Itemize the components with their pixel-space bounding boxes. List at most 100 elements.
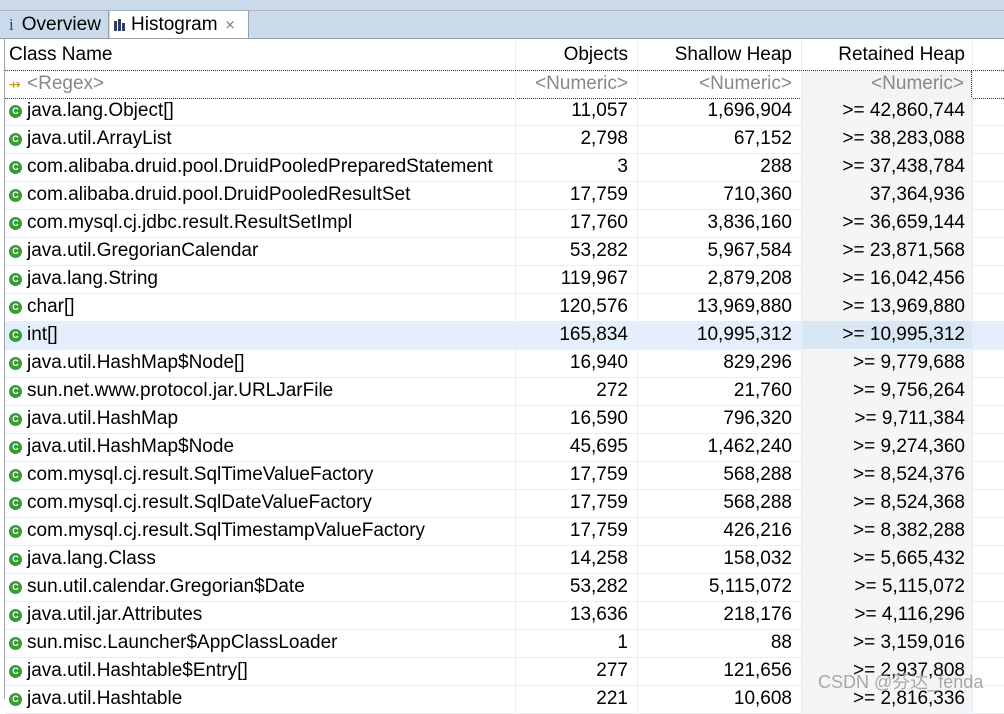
class-name-filter-input[interactable]: ⇸ <Regex> xyxy=(5,71,515,97)
objects-cell: 165,834 xyxy=(515,321,637,349)
objects-cell: 17,759 xyxy=(515,489,637,517)
table-row[interactable]: Cjava.util.jar.Attributes 13,636 218,176 >=… xyxy=(5,601,1004,630)
row-filler xyxy=(972,405,1004,433)
class-name: java.util.ArrayList xyxy=(27,128,172,149)
retained-heap-cell: >= 5,115,072 xyxy=(801,573,972,601)
class-name: com.mysql.cj.jdbc.result.ResultSetImpl xyxy=(27,212,353,233)
class-name: sun.util.calendar.Gregorian$Date xyxy=(27,576,305,597)
table-row[interactable]: Ccom.mysql.cj.jdbc.result.ResultSetImpl 1… xyxy=(5,209,1004,238)
tab-histogram[interactable]: Histogram ⨯ xyxy=(110,11,249,39)
table-row[interactable]: Ccom.mysql.cj.result.SqlDateValueFactory… xyxy=(5,489,1004,518)
tab-histogram-label: Histogram xyxy=(131,14,218,35)
table-row[interactable]: Cjava.lang.Object[] 11,057 1,696,904 >= 42,… xyxy=(5,97,1004,126)
class-name-cell: Ccom.mysql.cj.result.SqlTimeValueFactory xyxy=(5,461,515,489)
table-row[interactable]: Cjava.lang.Class 14,258 158,032 >= 5,665,43… xyxy=(5,545,1004,574)
class-icon: C xyxy=(9,468,22,482)
table-row[interactable]: Ccom.mysql.cj.result.SqlTimestampValueFa… xyxy=(5,517,1004,546)
table-row[interactable]: Cchar[] 120,576 13,969,880 >= 13,969,880 xyxy=(5,293,1004,322)
retained-heap-cell: 37,364,936 xyxy=(801,181,972,209)
tab-overview[interactable]: i Overview xyxy=(0,11,109,39)
class-name: java.lang.String xyxy=(27,268,158,289)
table-row[interactable]: Cjava.util.GregorianCalendar 53,282 5,967,… xyxy=(5,237,1004,266)
class-name-cell: Cjava.util.GregorianCalendar xyxy=(5,237,515,265)
shallow-heap-cell: 426,216 xyxy=(637,517,801,545)
info-icon: i xyxy=(9,15,14,34)
row-filler xyxy=(972,601,1004,629)
shallow-heap-cell: 568,288 xyxy=(637,489,801,517)
column-header-class-name[interactable]: Class Name xyxy=(5,40,515,70)
objects-cell: 221 xyxy=(515,685,637,713)
filter-filler xyxy=(972,71,1004,97)
class-name: char[] xyxy=(27,296,75,317)
watermark: CSDN @芬达_fenda xyxy=(818,672,984,692)
close-tab-icon[interactable]: ⨯ xyxy=(225,17,236,33)
retained-heap-cell: >= 8,382,288 xyxy=(801,517,972,545)
retained-heap-cell: >= 9,711,384 xyxy=(801,405,972,433)
shallow-heap-filter-input[interactable]: <Numeric> xyxy=(637,71,801,97)
class-name-cell: Cjava.util.HashMap$Node[] xyxy=(5,349,515,377)
table-row[interactable]: Cjava.util.HashMap$Node[] 16,940 829,296 >=… xyxy=(5,349,1004,378)
objects-cell: 14,258 xyxy=(515,545,637,573)
row-filler xyxy=(972,209,1004,237)
shallow-heap-cell: 10,608 xyxy=(637,685,801,713)
class-icon: C xyxy=(9,580,22,594)
shallow-heap-cell: 13,969,880 xyxy=(637,293,801,321)
table-row[interactable]: Cjava.lang.String 119,967 2,879,208 >= 16,0… xyxy=(5,265,1004,294)
class-icon: C xyxy=(9,300,22,314)
objects-cell: 17,760 xyxy=(515,209,637,237)
column-header-shallow-heap[interactable]: Shallow Heap xyxy=(637,40,801,70)
shallow-heap-cell: 5,115,072 xyxy=(637,573,801,601)
objects-cell: 16,940 xyxy=(515,349,637,377)
table-row[interactable]: Csun.net.www.protocol.jar.URLJarFile 272 2… xyxy=(5,377,1004,406)
table-row[interactable]: Ccom.mysql.cj.result.SqlTimeValueFactory… xyxy=(5,461,1004,490)
class-icon: C xyxy=(9,244,22,258)
class-name: sun.misc.Launcher$AppClassLoader xyxy=(27,632,338,653)
row-filler xyxy=(972,377,1004,405)
objects-filter-input[interactable]: <Numeric> xyxy=(515,71,637,97)
class-icon: C xyxy=(9,356,22,370)
row-filler xyxy=(972,321,1004,349)
shallow-heap-cell: 288 xyxy=(637,153,801,181)
shallow-heap-cell: 796,320 xyxy=(637,405,801,433)
objects-cell: 277 xyxy=(515,657,637,685)
class-name-cell: Cjava.lang.Object[] xyxy=(5,97,515,125)
column-header-retained-heap-label: Retained Heap xyxy=(838,44,965,65)
class-name-cell: Ccom.alibaba.druid.pool.DruidPooledResul… xyxy=(5,181,515,209)
table-row[interactable]: Cjava.util.ArrayList 2,798 67,152 >= 38,283… xyxy=(5,125,1004,154)
class-name-cell: Cjava.util.Hashtable$Entry[] xyxy=(5,657,515,685)
shallow-heap-cell: 88 xyxy=(637,629,801,657)
class-name-cell: Ccom.mysql.cj.result.SqlDateValueFactory xyxy=(5,489,515,517)
column-header-retained-heap[interactable]: ⌄ Retained Heap xyxy=(801,40,972,70)
retained-heap-cell: >= 36,659,144 xyxy=(801,209,972,237)
retained-heap-cell: >= 4,116,296 xyxy=(801,601,972,629)
row-filler xyxy=(972,125,1004,153)
row-filler xyxy=(972,265,1004,293)
table-row[interactable]: Csun.util.calendar.Gregorian$Date 53,282 5… xyxy=(5,573,1004,602)
class-name: java.lang.Object[] xyxy=(27,100,174,121)
table-row[interactable]: Ccom.alibaba.druid.pool.DruidPooledResul… xyxy=(5,181,1004,210)
table-row[interactable]: Cjava.util.HashMap$Node 45,695 1,462,240 >=… xyxy=(5,433,1004,462)
objects-cell: 272 xyxy=(515,377,637,405)
class-name: java.util.Hashtable xyxy=(27,688,183,709)
row-filler xyxy=(972,545,1004,573)
table-header: Class Name Objects Shallow Heap ⌄ Retain… xyxy=(5,40,1004,70)
table-row[interactable]: Cint[] 165,834 10,995,312 >= 10,995,312 xyxy=(5,321,1004,350)
class-name-cell: Cchar[] xyxy=(5,293,515,321)
table-row[interactable]: Csun.misc.Launcher$AppClassLoader 1 88 >= 3… xyxy=(5,629,1004,658)
class-name-cell: Cjava.util.ArrayList xyxy=(5,125,515,153)
class-name-cell: Cjava.util.Hashtable xyxy=(5,685,515,713)
objects-cell: 53,282 xyxy=(515,237,637,265)
class-icon: C xyxy=(9,608,22,622)
row-filler xyxy=(972,349,1004,377)
column-header-objects[interactable]: Objects xyxy=(515,40,637,70)
retained-heap-filter-input[interactable]: <Numeric> xyxy=(801,71,972,97)
class-icon: C xyxy=(9,328,22,342)
column-header-filler xyxy=(972,40,1004,70)
class-icon: C xyxy=(9,692,22,706)
class-icon: C xyxy=(9,524,22,538)
class-name: java.util.Hashtable$Entry[] xyxy=(27,660,248,681)
table-row[interactable]: Cjava.util.HashMap 16,590 796,320 >= 9,711,… xyxy=(5,405,1004,434)
class-icon: C xyxy=(9,216,22,230)
shallow-heap-cell: 67,152 xyxy=(637,125,801,153)
table-row[interactable]: Ccom.alibaba.druid.pool.DruidPooledPrepa… xyxy=(5,153,1004,182)
